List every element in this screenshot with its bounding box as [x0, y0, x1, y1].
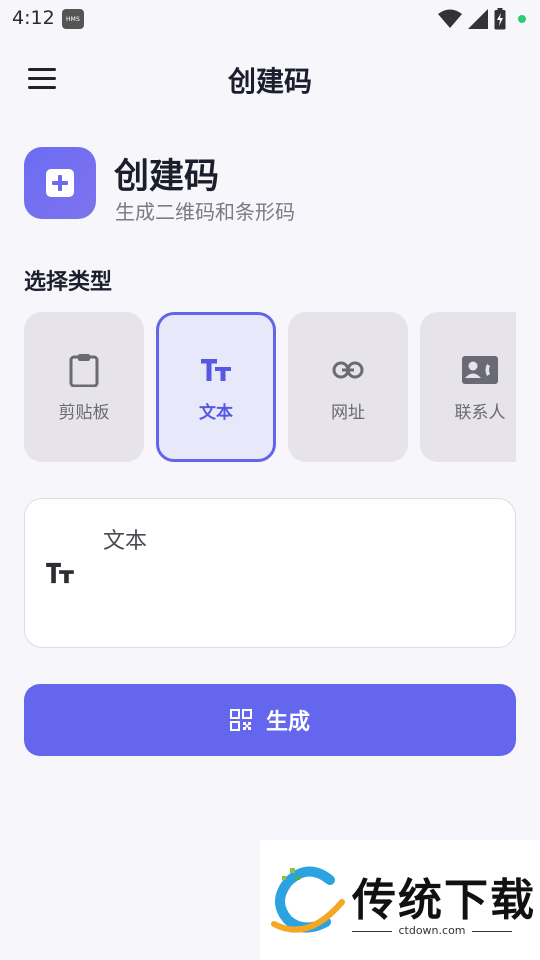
type-card-contact[interactable]: 联系人 — [420, 312, 516, 462]
battery-charging-icon — [494, 8, 506, 30]
type-card-label: 联系人 — [454, 403, 506, 423]
type-card-label: 文本 — [199, 403, 233, 423]
type-card-text[interactable]: 文本 — [156, 312, 276, 462]
hms-badge: HMS — [62, 9, 84, 29]
status-bar: 4:12 HMS — [0, 0, 540, 38]
status-icons — [438, 8, 526, 30]
input-label: 文本 — [103, 529, 148, 554]
signal-icon — [468, 9, 488, 29]
generate-button-label: 生成 — [265, 710, 310, 735]
watermark: 传统下载 ctdown.com — [260, 840, 540, 960]
type-card-clipboard[interactable]: 剪贴板 — [24, 312, 144, 462]
status-time: 4:12 — [12, 7, 55, 29]
text-input-field[interactable]: 文本 — [24, 498, 516, 648]
text-icon — [46, 562, 74, 584]
page-title: 创建码 — [227, 65, 312, 98]
type-card-label: 网址 — [331, 403, 365, 423]
type-selector: 剪贴板 文本 网址 联系人 — [24, 312, 516, 462]
header-subtitle: 生成二维码和条形码 — [115, 200, 295, 224]
qr-code-icon — [229, 709, 252, 731]
watermark-logo-icon — [271, 866, 345, 933]
watermark-url: ctdown.com — [352, 924, 512, 937]
clipboard-icon — [69, 354, 99, 387]
watermark-name: 传统下载 — [352, 875, 536, 926]
type-card-url[interactable]: 网址 — [288, 312, 408, 462]
link-icon — [332, 361, 364, 379]
header-title: 创建码 — [114, 157, 220, 197]
text-icon — [201, 359, 231, 381]
type-card-label: 剪贴板 — [58, 403, 110, 423]
add-square-icon — [24, 147, 96, 219]
notification-dot — [518, 15, 526, 23]
generate-button[interactable]: 生成 — [24, 684, 516, 756]
contact-card-icon — [462, 356, 498, 384]
wifi-icon — [438, 9, 462, 28]
section-label-select-type: 选择类型 — [24, 270, 113, 295]
